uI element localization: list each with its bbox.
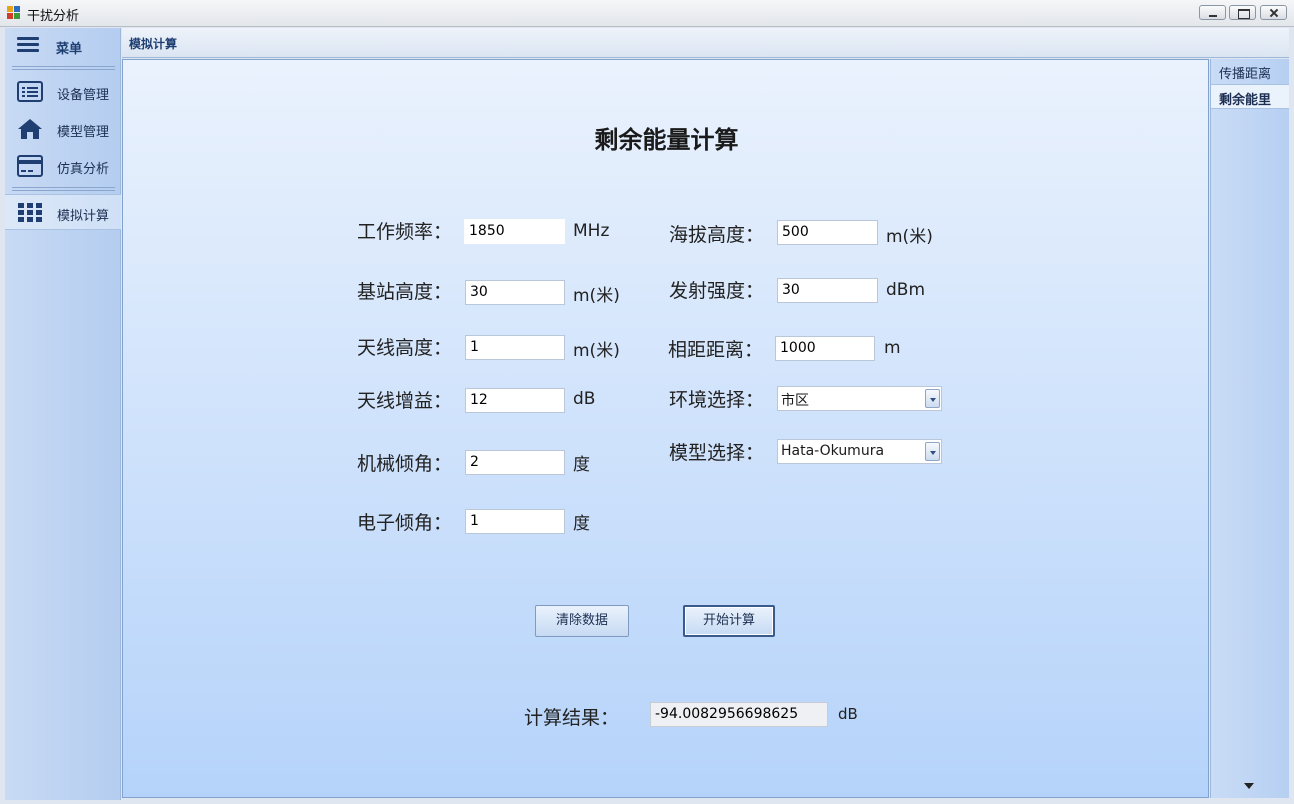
mech-tilt-label: 机械倾角：: [357, 453, 453, 475]
mech-tilt-unit: 度: [573, 455, 590, 475]
model-select[interactable]: Hata-Okumura: [777, 439, 942, 464]
altitude-label: 海拔高度：: [669, 224, 765, 246]
tx-power-unit: dBm: [886, 280, 926, 300]
sidebar-item-simulated-calculation[interactable]: 模拟计算: [5, 194, 121, 230]
ant-gain-unit: dB: [573, 389, 596, 409]
start-calculation-button[interactable]: 开始计算: [683, 605, 775, 637]
altitude-unit: m(米): [886, 227, 933, 247]
window-title: 干扰分析: [27, 9, 80, 24]
document-tabstrip: 模拟计算: [122, 28, 1289, 58]
clear-data-button[interactable]: 清除数据: [535, 605, 629, 637]
sidebar-item-label: 模型管理: [57, 125, 110, 140]
tx-power-input[interactable]: 30: [777, 278, 878, 303]
minimize-button[interactable]: [1199, 5, 1226, 20]
sidebar-item-label: 仿真分析: [57, 162, 110, 177]
ant-gain-input[interactable]: 12: [465, 388, 565, 413]
tab-remaining-energy[interactable]: 剩余能里: [1211, 84, 1289, 109]
distance-label: 相距距离：: [668, 339, 764, 361]
maximize-button[interactable]: [1229, 5, 1256, 20]
ant-gain-label: 天线增益：: [357, 390, 453, 412]
elec-tilt-input[interactable]: 1: [465, 509, 565, 534]
environment-selected: 市区: [781, 393, 809, 409]
sidebar-item-label: 模拟计算: [57, 209, 110, 224]
work-freq-unit: MHz: [573, 221, 610, 241]
environment-label: 环境选择：: [669, 389, 765, 411]
ant-height-unit: m(米): [573, 341, 620, 361]
main-content: 剩余能量计算 工作频率： 1850 MHz 基站高度： 30 m(米) 天线高度…: [122, 59, 1209, 798]
sidebar-divider: [12, 66, 115, 70]
work-freq-label: 工作频率：: [357, 221, 453, 243]
minimize-icon: [1200, 6, 1225, 19]
work-freq-input[interactable]: 1850: [464, 219, 565, 244]
close-button[interactable]: [1260, 5, 1287, 20]
model-label: 模型选择：: [669, 442, 765, 464]
sidebar-item-simulation-analysis[interactable]: 仿真分析: [5, 148, 121, 184]
tab-propagation-distance[interactable]: 传播距离: [1211, 59, 1289, 84]
mech-tilt-input[interactable]: 2: [465, 450, 565, 475]
sidebar-item-device-management[interactable]: 设备管理: [5, 74, 121, 110]
bs-height-label: 基站高度：: [357, 281, 453, 303]
page-title: 剩余能量计算: [594, 125, 739, 154]
card-icon: [17, 155, 43, 177]
ant-height-label: 天线高度：: [357, 337, 453, 359]
grid-icon: [18, 203, 42, 222]
result-unit: dB: [838, 705, 858, 723]
window-titlebar: 干扰分析: [0, 0, 1294, 27]
close-icon: [1261, 6, 1286, 19]
elec-tilt-unit: 度: [573, 514, 590, 534]
sidebar-item-label: 设备管理: [57, 88, 110, 103]
result-output: -94.0082956698625: [650, 702, 828, 727]
sidebar-divider: [12, 187, 115, 191]
tab-simulated-calculation[interactable]: 模拟计算: [125, 32, 181, 56]
bs-height-unit: m(米): [573, 286, 620, 306]
maximize-icon: [1230, 6, 1255, 19]
tx-power-label: 发射强度：: [669, 280, 765, 302]
result-label: 计算结果：: [524, 707, 620, 729]
home-icon: [18, 119, 42, 139]
scroll-down-icon[interactable]: [1244, 783, 1254, 789]
sidebar-item-model-management[interactable]: 模型管理: [5, 111, 121, 147]
distance-unit: m: [884, 338, 901, 358]
ant-height-input[interactable]: 1: [465, 335, 565, 360]
distance-input[interactable]: 1000: [775, 336, 875, 361]
dropdown-arrow-icon[interactable]: [925, 389, 940, 408]
hamburger-icon: [17, 37, 39, 53]
elec-tilt-label: 电子倾角：: [357, 512, 453, 534]
sidebar: 菜单 设备管理 模型管理 仿真分析 模拟计算: [5, 28, 121, 800]
bs-height-input[interactable]: 30: [465, 280, 565, 305]
sidebar-menu-toggle[interactable]: 菜单: [5, 28, 121, 63]
list-icon: [17, 81, 43, 102]
model-selected: Hata-Okumura: [781, 443, 885, 459]
environment-select[interactable]: 市区: [777, 386, 942, 411]
altitude-input[interactable]: 500: [777, 220, 878, 245]
dropdown-arrow-icon[interactable]: [925, 442, 940, 461]
menu-label: 菜单: [56, 42, 83, 57]
right-panel: 传播距离 剩余能里: [1210, 59, 1289, 798]
app-icon: [7, 6, 21, 20]
